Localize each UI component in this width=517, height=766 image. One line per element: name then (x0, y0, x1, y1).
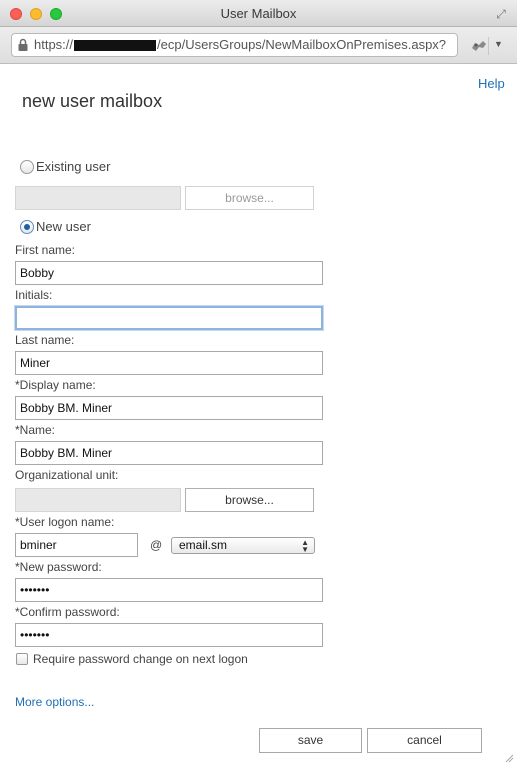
chevron-down-icon[interactable]: ▼ (494, 39, 503, 49)
existing-user-radio[interactable] (20, 160, 34, 174)
address-bar: https:// /ecp/UsersGroups/NewMailboxOnPre… (0, 27, 517, 64)
url-path: /ecp/UsersGroups/NewMailboxOnPremises.as… (157, 37, 447, 52)
page-title: new user mailbox (22, 91, 163, 111)
initials-field[interactable] (15, 306, 323, 330)
save-button[interactable]: save (259, 728, 362, 753)
lock-icon (18, 38, 28, 51)
display-name-field[interactable]: Bobby BM. Miner (15, 396, 323, 420)
last-name-field[interactable]: Miner (15, 351, 323, 375)
logon-name-label: *User logon name: (15, 515, 115, 529)
logon-name-field[interactable]: bminer (15, 533, 138, 557)
confirm-password-field[interactable]: ••••••• (15, 623, 323, 647)
confirm-password-label: *Confirm password: (15, 605, 120, 619)
select-arrows-icon: ▲ ▼ (301, 538, 309, 554)
domain-select[interactable]: email.sm ▲ ▼ (171, 537, 315, 554)
window-title: User Mailbox (220, 6, 297, 21)
resize-grip-icon[interactable] (504, 753, 514, 763)
domain-select-value: email.sm (179, 538, 228, 552)
new-password-field[interactable]: ••••••• (15, 578, 323, 602)
org-unit-label: Organizational unit: (15, 468, 119, 482)
require-password-change-label: Require password change on next logon (33, 652, 248, 666)
require-password-change-checkbox[interactable] (16, 653, 28, 665)
help-link[interactable]: Help (478, 76, 505, 91)
org-unit-browse-button[interactable]: browse... (185, 488, 314, 512)
redacted-host (74, 40, 157, 52)
url-field[interactable]: https:// /ecp/UsersGroups/NewMailboxOnPre… (11, 33, 458, 57)
existing-user-label: Existing user (36, 159, 111, 174)
extension-icon[interactable] (470, 39, 488, 53)
first-name-label: First name: (15, 243, 76, 257)
existing-user-browse-button[interactable]: browse... (185, 186, 314, 210)
name-label: *Name: (15, 423, 56, 437)
new-user-radio[interactable] (20, 220, 34, 234)
initials-label: Initials: (15, 288, 53, 302)
new-password-label: *New password: (15, 560, 102, 574)
toolbar-divider (488, 37, 489, 55)
last-name-label: Last name: (15, 333, 75, 347)
first-name-field[interactable]: Bobby (15, 261, 323, 285)
window-titlebar: User Mailbox ⤢ (0, 0, 517, 27)
fullscreen-icon[interactable]: ⤢ (494, 7, 508, 21)
existing-user-field (15, 186, 181, 210)
url-scheme: https:// (34, 37, 74, 52)
new-user-label: New user (36, 219, 91, 234)
at-sign: @ (150, 538, 163, 552)
cancel-button[interactable]: cancel (367, 728, 482, 753)
name-field[interactable]: Bobby BM. Miner (15, 441, 323, 465)
org-unit-field (15, 488, 181, 512)
more-options-link[interactable]: More options... (15, 695, 94, 709)
display-name-label: *Display name: (15, 378, 96, 392)
